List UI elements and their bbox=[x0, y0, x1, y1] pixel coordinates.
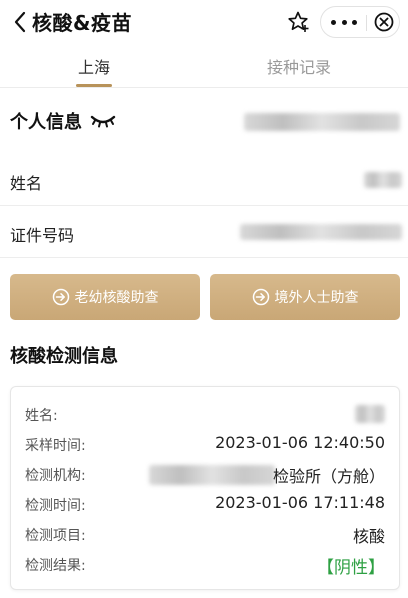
id-number-row: 证件号码 bbox=[0, 206, 408, 258]
star-plus-icon[interactable] bbox=[287, 10, 311, 34]
page-title: 核酸&疫苗 bbox=[32, 11, 132, 35]
overseas-person-lookup-button[interactable]: 境外人士助查 bbox=[210, 274, 400, 320]
back-button[interactable] bbox=[8, 8, 32, 36]
test-info-heading: 核酸检测信息 bbox=[10, 346, 118, 367]
test-row-sampling-time: 采样时间: 2023-01-06 12:40:50 bbox=[11, 429, 399, 459]
test-name-label: 姓名: bbox=[25, 408, 58, 424]
test-time-value: 2023-01-06 17:11:48 bbox=[215, 493, 385, 512]
personal-info-title: 个人信息 bbox=[10, 112, 82, 133]
capsule-divider bbox=[366, 15, 367, 31]
masked-name-value bbox=[364, 172, 402, 188]
chevron-left-icon bbox=[14, 11, 26, 33]
masked-id-number-value bbox=[240, 224, 402, 240]
masked-test-name-value bbox=[355, 405, 385, 423]
mini-program-capsule bbox=[320, 6, 400, 38]
tab-vaccination-records[interactable]: 接种记录 bbox=[267, 54, 331, 78]
masked-header-value bbox=[244, 113, 400, 131]
test-item-value: 核酸 bbox=[352, 527, 385, 546]
test-row-institution: 检测机构: 检验所（方舱） bbox=[11, 459, 399, 489]
overseas-person-lookup-label: 境外人士助查 bbox=[274, 290, 359, 306]
test-result-card: 姓名: 采样时间: 2023-01-06 12:40:50 检测机构: 检验所（… bbox=[10, 386, 400, 590]
test-row-name: 姓名: bbox=[11, 399, 399, 429]
name-label: 姓名 bbox=[10, 174, 43, 193]
id-number-label: 证件号码 bbox=[10, 226, 75, 245]
tab-shanghai[interactable]: 上海 bbox=[78, 54, 110, 78]
masked-institution-prefix bbox=[149, 465, 275, 485]
test-item-label: 检测项目: bbox=[25, 528, 86, 544]
test-row-test-time: 检测时间: 2023-01-06 17:11:48 bbox=[11, 489, 399, 519]
elderly-child-test-lookup-button[interactable]: 老幼核酸助查 bbox=[10, 274, 200, 320]
elderly-child-test-lookup-label: 老幼核酸助查 bbox=[74, 290, 159, 306]
arrow-circle-icon bbox=[52, 288, 69, 306]
more-dots-icon[interactable] bbox=[331, 15, 357, 29]
sampling-time-value: 2023-01-06 12:40:50 bbox=[215, 433, 385, 452]
tab-bar: 上海 接种记录 bbox=[0, 44, 408, 88]
top-bar: 核酸&疫苗 bbox=[0, 0, 408, 44]
test-time-label: 检测时间: bbox=[25, 498, 86, 514]
test-row-result: 检测结果: 【阴性】 bbox=[11, 549, 399, 579]
sampling-time-label: 采样时间: bbox=[25, 438, 86, 454]
name-row: 姓名 bbox=[0, 154, 408, 206]
active-tab-indicator bbox=[76, 84, 112, 87]
test-result-badge: 【阴性】 bbox=[317, 558, 385, 578]
eye-closed-icon[interactable] bbox=[90, 114, 116, 128]
test-result-label: 检测结果: bbox=[25, 558, 86, 574]
personal-info-heading: 个人信息 bbox=[10, 108, 116, 134]
institution-label: 检测机构: bbox=[25, 468, 86, 484]
institution-value: 检验所（方舱） bbox=[272, 467, 385, 486]
close-circle-icon[interactable] bbox=[373, 11, 395, 33]
test-row-item: 检测项目: 核酸 bbox=[11, 519, 399, 549]
arrow-circle-icon bbox=[252, 288, 269, 306]
